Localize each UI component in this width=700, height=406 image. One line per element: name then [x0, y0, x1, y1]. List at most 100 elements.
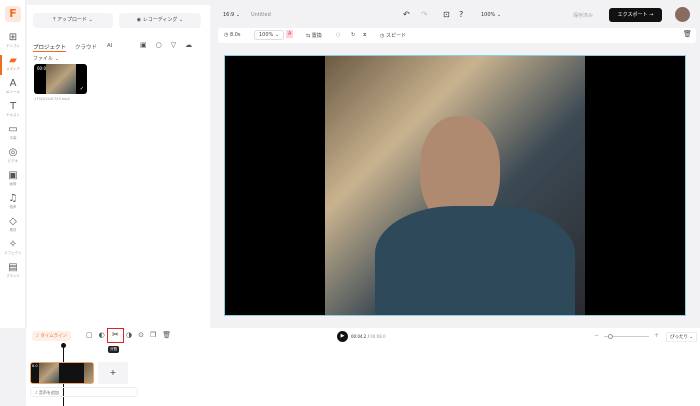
cloud-icon[interactable]: ☁ — [185, 41, 201, 49]
files-dropdown[interactable]: ファイル ⌄ — [33, 55, 59, 62]
undo-icon[interactable]: ↶ — [403, 10, 410, 19]
timeline-toggle[interactable]: ♪ タイムライン — [32, 331, 71, 341]
duplicate-icon[interactable]: ❐ — [150, 331, 162, 339]
time-current: 00:04.2 — [351, 334, 366, 339]
duration-control[interactable]: ◷ 8.0s — [224, 32, 241, 38]
scale-value: 100% — [259, 32, 273, 38]
scale-dropdown[interactable]: 100% ⌄ — [254, 30, 284, 40]
trash-icon[interactable]: 🗑 — [162, 331, 177, 339]
sidebar-item-1[interactable]: ▰メディア — [0, 55, 26, 72]
speed-label: スピード — [386, 33, 406, 39]
add-clip-button[interactable]: + — [98, 362, 128, 384]
zoom-dropdown[interactable]: 100% ⌄ — [481, 12, 501, 18]
panel-icons[interactable]: ▣○▽☁ — [140, 41, 201, 49]
new-folder-icon[interactable]: ▣ — [140, 41, 156, 49]
clip-thumbnail — [39, 363, 59, 383]
zoom-slider[interactable] — [604, 336, 649, 337]
playhead-handle[interactable] — [61, 343, 66, 348]
video-clip[interactable]: 8.0 — [30, 362, 94, 384]
user-avatar[interactable] — [675, 7, 690, 22]
sidebar-icon: ▭ — [0, 124, 26, 136]
time-display: 00:04.2 / 00:08.0 — [351, 334, 386, 339]
sidebar-item-10[interactable]: ▤ブランド — [0, 262, 26, 279]
crop-icon[interactable]: ▢ — [86, 331, 99, 339]
sidebar-item-0[interactable]: ⊞テンプレ — [0, 32, 26, 49]
add-audio-button[interactable]: ♪ 音声を追加 — [30, 387, 138, 397]
sidebar-item-7[interactable]: ♫音声 — [0, 193, 26, 210]
replace-label: 置換 — [312, 33, 322, 39]
delete-icon[interactable]: 🗑 — [683, 30, 692, 38]
screenshot-icon[interactable]: ⊡ — [443, 10, 450, 19]
sidebar-item-9[interactable]: ✧エフェクト — [0, 239, 26, 256]
video-frame — [325, 56, 585, 315]
sidebar-item-8[interactable]: ◇素材 — [0, 216, 26, 233]
redo-icon[interactable]: ↷ — [421, 10, 428, 19]
sidebar-icon: ◎ — [0, 147, 26, 159]
sidebar-label: エフェクト — [0, 251, 26, 256]
mask-icon[interactable]: ◌ — [336, 32, 340, 38]
sidebar-label: ビデオ — [0, 159, 26, 164]
media-thumbnail[interactable]: 00:0 ✓ — [34, 64, 87, 94]
project-title[interactable]: Untitled — [251, 12, 271, 18]
sidebar-label: AIツール — [0, 90, 26, 95]
sidebar-item-3[interactable]: Tテキスト — [0, 101, 26, 118]
sidebar-item-6[interactable]: ▣画像 — [0, 170, 26, 187]
subject-cardigan — [375, 206, 575, 315]
ai-effect-icon[interactable]: A — [286, 30, 293, 38]
tab-ai[interactable]: AI — [107, 43, 112, 49]
save-status: 保存済み — [573, 12, 593, 19]
editor-main: 16:9 ⌄ Untitled ↶ ↷ ⊡ ? 100% ⌄ 保存済み エクスポ… — [215, 0, 700, 328]
preview-canvas[interactable] — [224, 55, 686, 316]
clip-toolbar: ◷ 8.0s 100% ⌄ A ⇆ 置換 ◌ ↻ ⧖ ◷ スピード 🗑 — [218, 28, 696, 43]
freeze-icon[interactable]: ◑ — [126, 331, 138, 339]
media-panel: ⤒ アップロード ⌄ ◉ レコーディング ⌄ プロジェクト クラウド AI ▣○… — [27, 5, 210, 328]
speed-button[interactable]: ◷ スピード — [380, 32, 406, 39]
sidebar-icon: ♫ — [0, 193, 26, 205]
sidebar-icon: ▤ — [0, 262, 26, 274]
split-tooltip: 分割 — [108, 346, 119, 353]
sidebar-label: 素材 — [0, 228, 26, 233]
rotate-icon[interactable]: ↻ — [351, 32, 355, 38]
time-total: 00:08.0 — [370, 334, 385, 339]
aspect-value: 16:9 — [223, 12, 234, 18]
search-icon[interactable]: ○ — [156, 41, 171, 49]
clip-duration: 00:0 — [37, 66, 46, 71]
thumbnail-image — [46, 64, 76, 94]
sidebar-label: 字幕 — [0, 136, 26, 141]
sidebar-label: 音声 — [0, 205, 26, 210]
app-logo: F — [5, 6, 21, 22]
export-button[interactable]: エクスポート → — [609, 8, 662, 22]
split-icon[interactable]: ✂ — [107, 328, 124, 343]
zoom-slider-thumb[interactable] — [608, 334, 613, 339]
tab-cloud[interactable]: クラウド — [75, 43, 97, 51]
sidebar-item-4[interactable]: ▭字幕 — [0, 124, 26, 141]
upload-button[interactable]: ⤒ アップロード ⌄ — [33, 13, 113, 28]
add-audio-label: 音声を追加 — [39, 390, 59, 395]
sidebar-icon: ◇ — [0, 216, 26, 228]
sidebar-item-5[interactable]: ◎ビデオ — [0, 147, 26, 164]
timeline-tools-2: ◑⊙❐🗑 — [126, 331, 177, 339]
fit-button[interactable]: ぴったり ⌄ — [666, 332, 697, 342]
check-icon: ✓ — [80, 86, 84, 92]
clip-tag: 8.0 — [32, 364, 38, 368]
sidebar-label: テンプレ — [0, 44, 26, 49]
clip-thumbnail-end — [84, 363, 93, 383]
zoom-in-icon[interactable]: + — [654, 332, 659, 339]
sidebar-icon: A — [0, 78, 26, 90]
top-bar: 16:9 ⌄ Untitled ↶ ↷ ⊡ ? 100% ⌄ 保存済み エクスポ… — [215, 0, 700, 28]
replace-button[interactable]: ⇆ 置換 — [306, 32, 322, 39]
sidebar-icon: ▣ — [0, 170, 26, 182]
replace-icon[interactable]: ⊙ — [138, 331, 150, 339]
help-icon[interactable]: ? — [459, 10, 463, 19]
tab-project[interactable]: プロジェクト — [33, 43, 66, 52]
zoom-out-icon[interactable]: − — [594, 332, 599, 339]
recording-button[interactable]: ◉ レコーディング ⌄ — [119, 13, 201, 28]
filter-icon[interactable]: ▽ — [171, 41, 185, 49]
flip-icon[interactable]: ⧖ — [363, 32, 367, 38]
sidebar-icon: T — [0, 101, 26, 113]
sidebar-label: 画像 — [0, 182, 26, 187]
aspect-dropdown[interactable]: 16:9 ⌄ — [223, 12, 240, 18]
play-button[interactable]: ▶ — [337, 331, 348, 342]
files-label: ファイル — [33, 56, 53, 62]
sidebar-item-2[interactable]: AAIツール — [0, 78, 26, 95]
